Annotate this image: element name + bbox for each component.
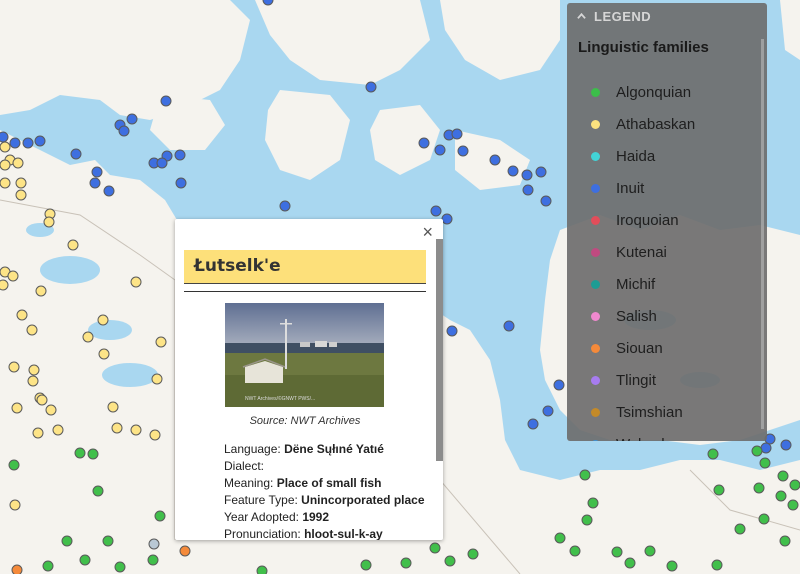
legend-dot-icon bbox=[591, 407, 600, 417]
popup-scrollbar[interactable] bbox=[436, 239, 443, 461]
popup-divider bbox=[184, 291, 426, 292]
chevron-up-icon bbox=[577, 12, 586, 19]
legend-item-label: Salish bbox=[616, 307, 657, 325]
legend-scrollbar[interactable] bbox=[761, 39, 764, 429]
legend-item-wakashan: Wakashan bbox=[591, 428, 695, 441]
legend-dot-icon bbox=[591, 375, 600, 385]
field-pronunciation: Pronunciation: hloot-sul-k-ay bbox=[224, 527, 383, 540]
legend-dot-icon bbox=[591, 247, 600, 257]
photo-source: Source: NWT Archives bbox=[249, 415, 361, 427]
legend-item-label: Kutenai bbox=[616, 243, 667, 261]
legend-item-michif: Michif bbox=[591, 268, 695, 300]
legend-item-tsimshian: Tsimshian bbox=[591, 396, 695, 428]
legend-item-label: Michif bbox=[616, 275, 656, 293]
legend-item-label: Siouan bbox=[616, 339, 663, 357]
close-icon[interactable]: × bbox=[422, 222, 433, 242]
legend-item-athabaskan: Athabaskan bbox=[591, 108, 695, 140]
legend-item-label: Algonquian bbox=[616, 83, 692, 101]
legend-item-inuit: Inuit bbox=[591, 172, 695, 204]
legend-item-siouan: Siouan bbox=[591, 332, 695, 364]
legend-item-haida: Haida bbox=[591, 140, 695, 172]
legend-subtitle: Linguistic families bbox=[578, 39, 709, 56]
legend-item-label: Inuit bbox=[616, 179, 645, 197]
field-meaning: Meaning: Place of small fish bbox=[224, 476, 382, 490]
field-feature-type: Feature Type: Unincorporated place bbox=[224, 493, 425, 507]
legend-item-iroquoian: Iroquoian bbox=[591, 204, 695, 236]
legend-dot-icon bbox=[591, 87, 600, 97]
legend-dot-icon bbox=[591, 183, 600, 193]
legend-dot-icon bbox=[591, 279, 600, 289]
field-dialect: Dialect: bbox=[224, 459, 265, 473]
legend-dot-icon bbox=[591, 151, 600, 161]
photo-watermark: NWT Archives/©GNWT PWS/... bbox=[245, 395, 315, 402]
legend-item-salish: Salish bbox=[591, 300, 695, 332]
legend-dot-icon bbox=[591, 343, 600, 353]
place-photo: NWT Archives/©GNWT PWS/... bbox=[225, 303, 384, 407]
legend-item-label: Athabaskan bbox=[616, 115, 696, 133]
legend-dot-icon bbox=[591, 439, 600, 441]
legend-item-label: Tsimshian bbox=[616, 403, 683, 421]
legend-toggle[interactable]: LEGEND bbox=[577, 9, 651, 24]
legend-item-algonquian: Algonquian bbox=[591, 76, 695, 108]
field-language: Language: Dëne Sųłıné Yatıé bbox=[224, 442, 384, 456]
legend-dot-icon bbox=[591, 311, 600, 321]
field-year-adopted: Year Adopted: 1992 bbox=[224, 510, 330, 524]
legend-item-kutenai: Kutenai bbox=[591, 236, 695, 268]
legend-dot-icon bbox=[591, 215, 600, 225]
legend-item-label: Haida bbox=[616, 147, 656, 165]
legend-list: Algonquian Athabaskan Haida Inuit Iroquoian K… bbox=[591, 76, 695, 441]
place-details: Language: Dëne Sųłıné Yatıé Dialect: Mea… bbox=[224, 441, 425, 540]
popup-title: Łutselk'e bbox=[184, 250, 426, 284]
legend-item-label: Tlingit bbox=[616, 371, 657, 389]
legend-panel: LEGEND Linguistic families Algonquian Ath… bbox=[567, 3, 767, 441]
legend-item-label: Wakashan bbox=[616, 436, 686, 442]
legend-item-label: Iroquoian bbox=[616, 211, 679, 229]
legend-item-tlingit: Tlingit bbox=[591, 364, 695, 396]
place-popup: × Łutselk'e NWT Archives/©GNWT PWS/... S… bbox=[175, 219, 443, 540]
legend-dot-icon bbox=[591, 119, 600, 129]
